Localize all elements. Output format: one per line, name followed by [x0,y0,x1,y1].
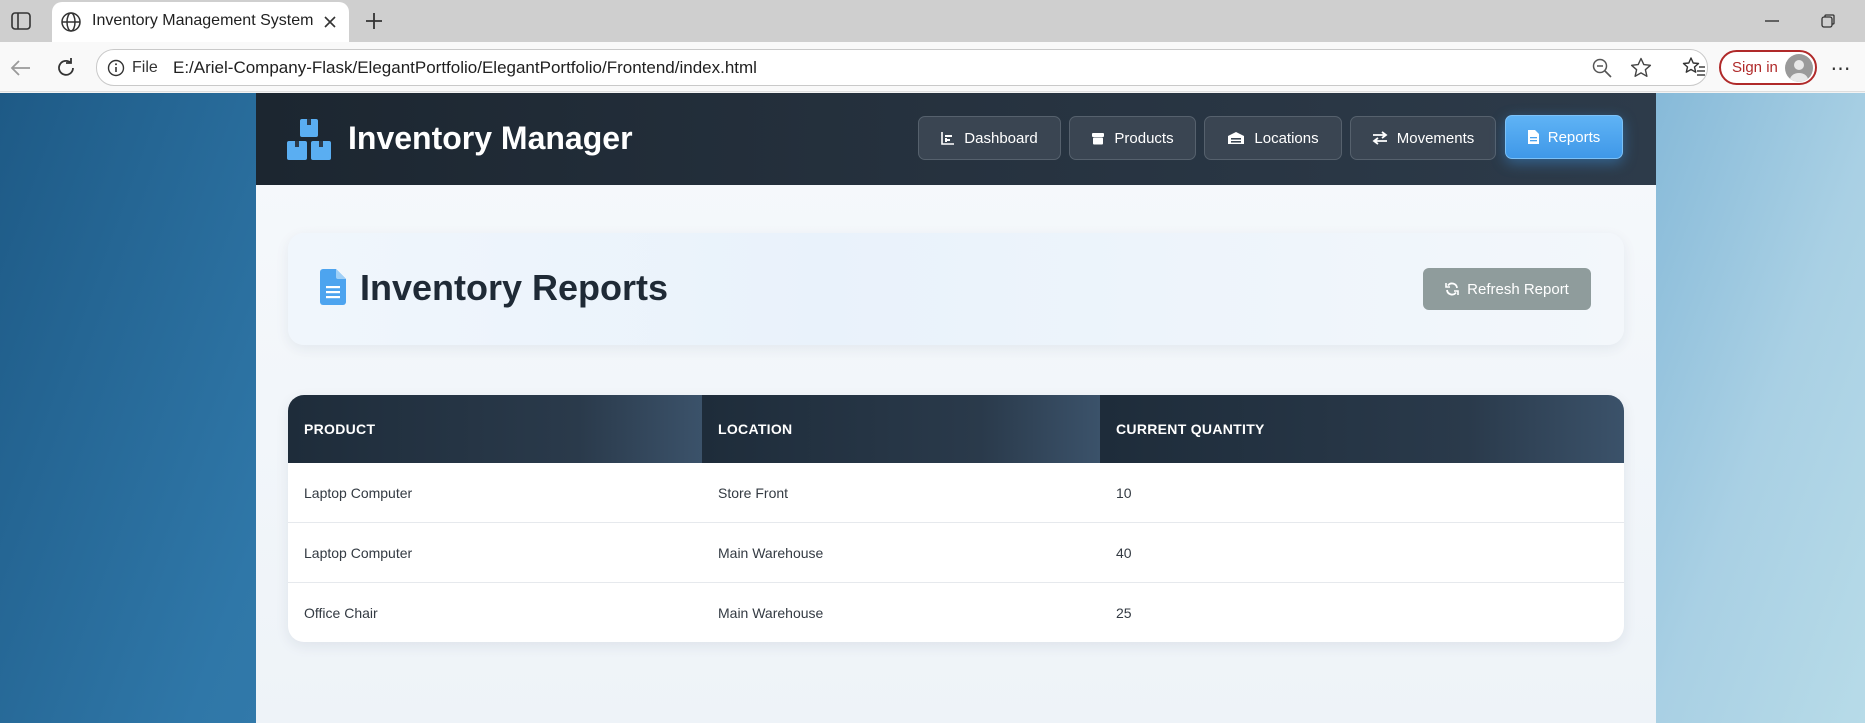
sidebar-toggle-icon[interactable] [8,8,34,34]
sign-in-button[interactable]: Sign in [1719,50,1817,85]
new-tab-icon[interactable] [360,7,388,35]
inventory-table: PRODUCT LOCATION CURRENT QUANTITY Laptop… [288,395,1624,642]
browser-tab-bar: Inventory Management System [0,0,1865,42]
nav-reports-button[interactable]: Reports [1505,115,1623,159]
browser-tab[interactable]: Inventory Management System [52,2,349,42]
file-icon [1527,130,1539,144]
nav-dashboard-label: Dashboard [964,129,1038,147]
cell-location: Main Warehouse [718,544,824,561]
favorites-list-icon[interactable] [1680,54,1708,82]
close-tab-icon[interactable] [319,11,341,33]
table-row[interactable]: Laptop Computer Main Warehouse 40 [288,523,1624,583]
nav-locations-button[interactable]: Locations [1204,116,1342,160]
nav-movements-button[interactable]: Movements [1350,116,1496,160]
sign-in-label: Sign in [1732,59,1778,76]
nav-dashboard-button[interactable]: Dashboard [918,116,1061,160]
cell-product: Laptop Computer [304,544,413,561]
back-icon[interactable] [6,53,36,83]
nav-locations-label: Locations [1254,129,1319,147]
minimize-icon[interactable] [1758,10,1786,32]
column-header-quantity[interactable]: CURRENT QUANTITY [1100,395,1624,463]
page-title: Inventory Reports [360,267,669,308]
cell-quantity: 25 [1116,604,1132,621]
column-header-location[interactable]: LOCATION [702,395,1100,463]
exchange-icon [1372,131,1388,145]
table-row[interactable]: Office Chair Main Warehouse 25 [288,583,1624,642]
table-header: PRODUCT LOCATION CURRENT QUANTITY [288,395,1624,463]
cell-product: Office Chair [304,604,378,621]
cell-location: Store Front [718,484,789,501]
avatar [1785,54,1813,82]
navbar: Inventory Manager Dashboard Products Loc… [256,93,1656,185]
table-row[interactable]: Laptop Computer Store Front 10 [288,463,1624,523]
warehouse-icon [1228,132,1245,144]
document-icon [320,269,346,305]
more-options-icon[interactable]: ⋯ [1826,56,1856,80]
chart-icon [941,132,955,145]
scheme-label: File [132,59,158,76]
reports-header-card: Inventory Reports Refresh Report [288,233,1624,345]
cell-product: Laptop Computer [304,484,413,501]
box-icon [1092,132,1105,144]
browser-toolbar: File E:/Ariel-Company-Flask/ElegantPortf… [0,42,1865,92]
app-container: Inventory Manager Dashboard Products Loc… [256,93,1656,723]
nav-movements-label: Movements [1396,129,1475,147]
refresh-icon [1445,282,1459,296]
tab-title: Inventory Management System [92,12,314,29]
column-header-product[interactable]: PRODUCT [288,395,702,463]
cell-location: Main Warehouse [718,604,824,621]
refresh-report-label: Refresh Report [1467,280,1569,298]
cell-quantity: 10 [1116,484,1132,501]
brand-title[interactable]: Inventory Manager [348,120,633,157]
favorite-star-icon[interactable] [1629,56,1653,80]
globe-icon [60,11,82,33]
zoom-out-icon[interactable] [1591,57,1613,79]
refresh-report-button[interactable]: Refresh Report [1423,268,1591,310]
restore-icon[interactable] [1814,10,1842,32]
address-bar[interactable]: File E:/Ariel-Company-Flask/ElegantPortf… [96,49,1708,86]
nav-products-label: Products [1114,129,1174,147]
reload-icon[interactable] [51,53,81,83]
cell-quantity: 40 [1116,544,1132,561]
site-info-icon[interactable] [107,59,125,77]
url-text[interactable]: E:/Ariel-Company-Flask/ElegantPortfolio/… [173,58,757,78]
nav-reports-label: Reports [1547,128,1601,146]
nav-products-button[interactable]: Products [1069,116,1196,160]
page-viewport: Inventory Manager Dashboard Products Loc… [0,93,1865,723]
boxes-icon [286,119,332,161]
